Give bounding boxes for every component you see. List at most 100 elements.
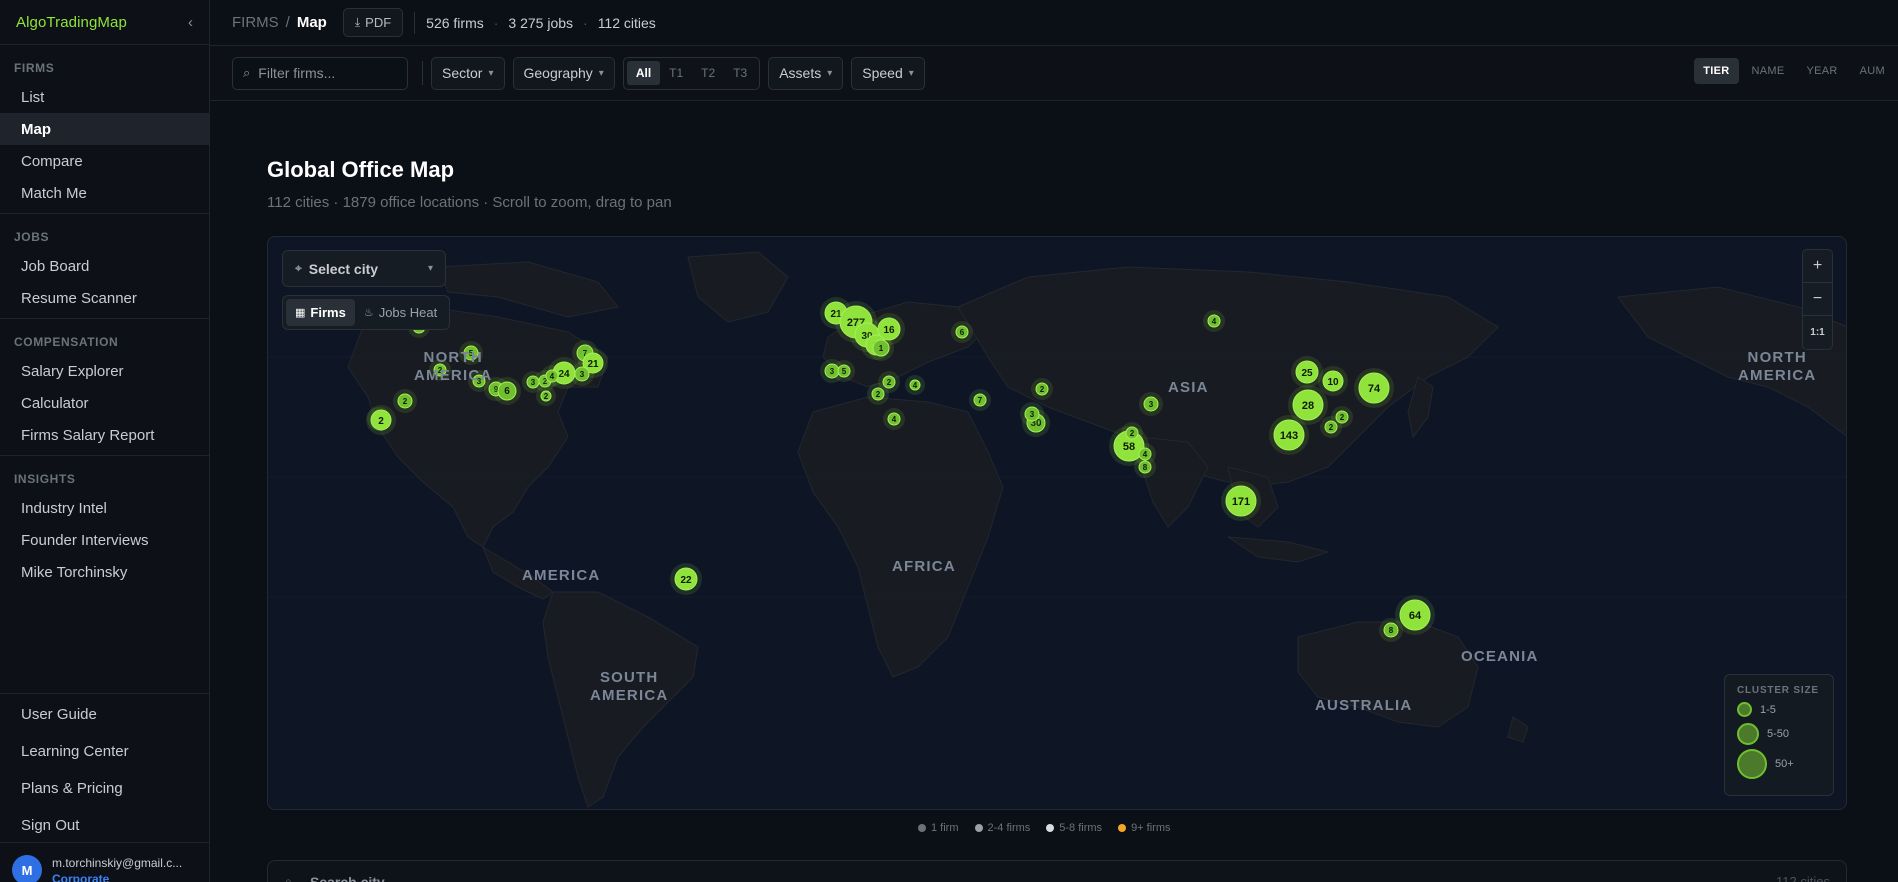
search-city-panel[interactable]: ⌕ Search city 112 cities xyxy=(267,860,1847,882)
tier-all[interactable]: All xyxy=(626,61,661,85)
breadcrumb-root[interactable]: FIRMS xyxy=(232,14,279,31)
sort-tier[interactable]: TIER xyxy=(1694,58,1739,84)
user-profile[interactable]: M m.torchinskiy@gmail.c... Corporate xyxy=(0,842,210,882)
topbar: FIRMS / Map ⤓ PDF 526 firms · 3 275 jobs… xyxy=(210,0,1898,46)
select-city-dropdown[interactable]: ⌖ Select city ▾ xyxy=(282,250,446,287)
filter-bar: ⌕ Sector ▾ Geography ▾ All T1 T2 T3 Asse… xyxy=(210,46,1898,101)
cluster-count: 7 xyxy=(978,396,983,405)
tier-t2[interactable]: T2 xyxy=(692,61,724,85)
breadcrumb-separator: / xyxy=(285,14,290,31)
app-logo[interactable]: AlgoTradingMap xyxy=(16,14,127,31)
search-city-count: 112 cities xyxy=(1776,874,1830,882)
cluster-count: 22 xyxy=(680,575,692,586)
land-masses xyxy=(347,251,1846,808)
sidebar-item-mike-torchinsky[interactable]: Mike Torchinsky xyxy=(0,556,209,588)
legend-dot xyxy=(1046,824,1055,832)
page-title: Global Office Map xyxy=(267,157,455,182)
office-cluster[interactable]: 1 xyxy=(868,335,894,361)
office-cluster[interactable]: 7 xyxy=(969,389,991,411)
zoom-in-button[interactable]: + xyxy=(1803,250,1832,283)
cluster-count: 2 xyxy=(1040,385,1045,394)
office-cluster[interactable]: 6 xyxy=(951,321,973,343)
sidebar-item-job-board[interactable]: Job Board xyxy=(0,250,209,282)
zoom-controls: + − 1:1 xyxy=(1802,249,1833,350)
office-cluster[interactable]: 3 xyxy=(1139,392,1163,416)
office-cluster[interactable]: 2 xyxy=(1121,422,1143,444)
map-canvas[interactable]: 2224523247213296243212773016313442526723… xyxy=(268,237,1847,810)
cluster-count: 1 xyxy=(879,344,884,353)
search-city-label: Search city xyxy=(310,874,385,882)
office-cluster[interactable]: 4 xyxy=(883,408,905,430)
sidebar-item-salary-explorer[interactable]: Salary Explorer xyxy=(0,355,209,387)
sidebar-item-calculator[interactable]: Calculator xyxy=(0,387,209,419)
cluster-legend-label: 50+ xyxy=(1775,758,1794,770)
office-cluster[interactable]: 171 xyxy=(1221,481,1261,521)
office-cluster[interactable]: 2 xyxy=(393,389,417,413)
world-map[interactable]: 2224523247213296243212773016313442526723… xyxy=(267,236,1847,810)
office-cluster[interactable]: 4 xyxy=(1203,310,1225,332)
geography-dropdown[interactable]: Geography ▾ xyxy=(512,56,615,90)
mode-firms[interactable]: ▦ Firms xyxy=(286,299,355,326)
sidebar-heading: FIRMS xyxy=(14,61,55,75)
office-cluster[interactable]: 4 xyxy=(905,375,925,395)
assets-dropdown[interactable]: Assets ▾ xyxy=(768,56,844,90)
office-cluster[interactable]: 22 xyxy=(670,563,702,595)
office-cluster[interactable]: 6 xyxy=(493,377,521,405)
sidebar-item-match-me[interactable]: Match Me xyxy=(0,177,209,209)
sidebar-item-plans-pricing[interactable]: Plans & Pricing xyxy=(0,770,210,807)
pdf-button[interactable]: ⤓ PDF xyxy=(342,8,404,37)
download-icon: ⤓ xyxy=(354,15,361,29)
office-cluster[interactable]: 3 xyxy=(570,362,594,386)
mode-jobs-heat[interactable]: ♨ Jobs Heat xyxy=(355,299,446,326)
tier-t3[interactable]: T3 xyxy=(724,61,756,85)
sidebar-item-user-guide[interactable]: User Guide xyxy=(0,696,210,733)
legend-label: 1 firm xyxy=(931,822,959,834)
sidebar-item-list[interactable]: List xyxy=(0,81,209,113)
cluster-legend-row: 1-5 xyxy=(1737,702,1821,717)
stat-jobs: 3 275 jobs xyxy=(508,14,574,31)
sidebar-item-firms-salary-report[interactable]: Firms Salary Report xyxy=(0,419,209,451)
office-cluster[interactable]: 2 xyxy=(366,405,396,435)
office-cluster[interactable]: 8 xyxy=(1379,618,1403,642)
office-cluster[interactable]: 2 xyxy=(867,383,889,405)
zoom-reset-button[interactable]: 1:1 xyxy=(1803,316,1832,349)
office-cluster[interactable]: 4 xyxy=(541,365,563,387)
chevron-down-icon: ▾ xyxy=(427,263,433,274)
office-cluster[interactable]: 2 xyxy=(1331,406,1353,428)
sidebar-item-map[interactable]: Map xyxy=(0,113,209,145)
office-cluster[interactable]: 143 xyxy=(1269,415,1309,455)
sidebar-item-resume-scanner[interactable]: Resume Scanner xyxy=(0,282,209,314)
zoom-out-button[interactable]: − xyxy=(1803,283,1832,316)
filter-firms-input[interactable] xyxy=(258,65,389,81)
sidebar-item-founder-interviews[interactable]: Founder Interviews xyxy=(0,524,209,556)
sidebar-section-jobs: JOBS Job Board Resume Scanner xyxy=(0,214,209,319)
sort-year[interactable]: YEAR xyxy=(1797,58,1846,84)
sidebar-item-industry-intel[interactable]: Industry Intel xyxy=(0,492,209,524)
sort-aum[interactable]: AUM xyxy=(1851,58,1894,84)
office-cluster[interactable]: 8 xyxy=(1134,456,1156,478)
collapse-sidebar-icon[interactable]: ‹ xyxy=(188,14,193,31)
continent-label-america: AMERICA xyxy=(522,567,601,584)
divider xyxy=(422,61,423,85)
page-subtitle: 112 cities · 1879 office locations · Scr… xyxy=(267,194,672,211)
office-cluster[interactable]: 3 xyxy=(522,371,544,393)
sort-name[interactable]: NAME xyxy=(1743,58,1794,84)
tier-t1[interactable]: T1 xyxy=(660,61,692,85)
sidebar-item-sign-out[interactable]: Sign Out xyxy=(0,807,210,844)
office-cluster[interactable]: 2 xyxy=(1031,378,1053,400)
speed-dropdown[interactable]: Speed ▾ xyxy=(851,56,925,90)
sidebar-header: AlgoTradingMap ‹ xyxy=(0,0,209,45)
cluster-count: 2 xyxy=(1130,429,1135,438)
filter-firms-search[interactable]: ⌕ xyxy=(232,56,408,90)
office-cluster[interactable]: 3 xyxy=(1020,402,1044,426)
pdf-button-label: PDF xyxy=(365,15,392,30)
cluster-count: 4 xyxy=(550,372,555,381)
office-cluster[interactable]: 5 xyxy=(833,360,855,382)
legend-item: 9+ firms xyxy=(1118,822,1171,834)
sector-dropdown[interactable]: Sector ▾ xyxy=(431,56,505,90)
sidebar-item-learning-center[interactable]: Learning Center xyxy=(0,733,210,770)
cluster-small-icon xyxy=(1737,702,1752,717)
office-cluster[interactable]: 74 xyxy=(1354,368,1394,408)
sidebar-item-compare[interactable]: Compare xyxy=(0,145,209,177)
cluster-count: 8 xyxy=(1143,463,1148,472)
